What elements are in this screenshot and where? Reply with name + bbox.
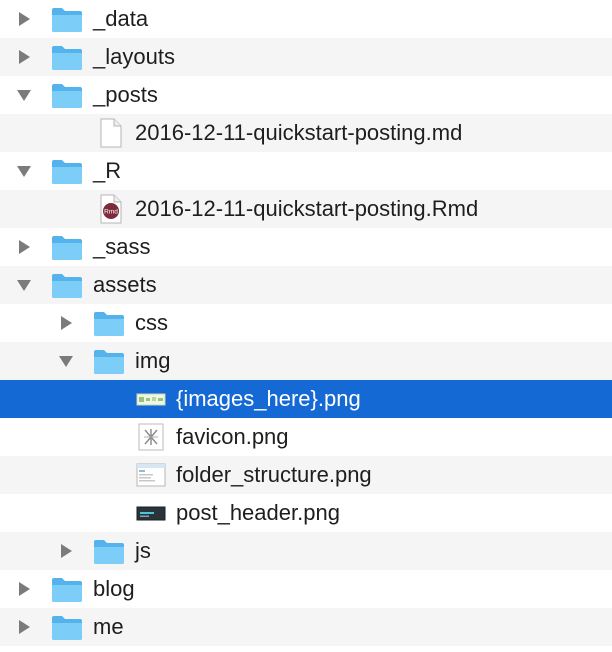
- tree-row-js[interactable]: js: [0, 532, 612, 570]
- folder-icon: [51, 235, 83, 261]
- tree-row-label: {images_here}.png: [176, 386, 361, 411]
- folder-icon: [93, 539, 125, 565]
- tree-row-assets[interactable]: assets: [0, 266, 612, 304]
- tree-row-layouts[interactable]: _layouts: [0, 38, 612, 76]
- tree-row-label: _layouts: [93, 44, 175, 69]
- tree-row-label: favicon.png: [176, 424, 289, 449]
- tree-row-sass[interactable]: _sass: [0, 228, 612, 266]
- folder-icon: [51, 159, 83, 185]
- folder-icon: [51, 7, 83, 33]
- tree-row-label: 2016-12-11-quickstart-posting.Rmd: [135, 196, 479, 221]
- tree-row-blog[interactable]: blog: [0, 570, 612, 608]
- rmd-badge-label: Rmd: [104, 209, 118, 216]
- tree-row-label: _R: [93, 158, 122, 183]
- tree-row-label: folder_structure.png: [176, 462, 372, 487]
- chevron-right-icon[interactable]: [17, 50, 31, 64]
- tree-row-label: _posts: [93, 82, 158, 107]
- folder-icon: [51, 83, 83, 109]
- tree-row-quickstart-md[interactable]: 2016-12-11-quickstart-posting.md: [0, 114, 612, 152]
- tree-row-post-header[interactable]: post_header.png: [0, 494, 612, 532]
- tree-row-posts[interactable]: _posts: [0, 76, 612, 114]
- chevron-right-icon[interactable]: [59, 316, 73, 330]
- png-file-icon: [136, 422, 166, 452]
- tree-row-label: post_header.png: [176, 500, 340, 525]
- chevron-right-icon[interactable]: [59, 544, 73, 558]
- folder-icon: [93, 311, 125, 337]
- tree-row-r[interactable]: _R: [0, 152, 612, 190]
- chevron-down-icon[interactable]: [17, 88, 31, 102]
- chevron-down-icon[interactable]: [17, 278, 31, 292]
- rmd-file-icon: Rmd: [95, 194, 125, 224]
- tree-row-images-here[interactable]: {images_here}.png: [0, 380, 612, 418]
- png-file-icon: [136, 384, 166, 414]
- tree-row-label: me: [93, 614, 124, 639]
- tree-row-favicon[interactable]: favicon.png: [0, 418, 612, 456]
- folder-icon: [51, 273, 83, 299]
- tree-row-label: blog: [93, 576, 135, 601]
- chevron-down-icon[interactable]: [17, 164, 31, 178]
- file-tree: _data _layouts _posts 2016-12-11-quickst…: [0, 0, 612, 646]
- tree-row-label: 2016-12-11-quickstart-posting.md: [135, 120, 463, 145]
- png-file-icon: [136, 460, 166, 490]
- tree-row-label: img: [135, 348, 171, 373]
- markdown-file-icon: [95, 118, 125, 148]
- chevron-right-icon[interactable]: [17, 620, 31, 634]
- tree-row-label: _data: [93, 6, 149, 31]
- folder-icon: [93, 349, 125, 375]
- chevron-right-icon[interactable]: [17, 12, 31, 26]
- tree-row-css[interactable]: css: [0, 304, 612, 342]
- tree-row-me[interactable]: me: [0, 608, 612, 646]
- chevron-down-icon[interactable]: [59, 354, 73, 368]
- tree-row-label: _sass: [93, 234, 151, 259]
- chevron-right-icon[interactable]: [17, 240, 31, 254]
- tree-row-quickstart-rmd[interactable]: Rmd 2016-12-11-quickstart-posting.Rmd: [0, 190, 612, 228]
- folder-icon: [51, 577, 83, 603]
- tree-row-label: js: [135, 538, 151, 563]
- tree-row-data[interactable]: _data: [0, 0, 612, 38]
- tree-row-folder-structure[interactable]: folder_structure.png: [0, 456, 612, 494]
- folder-icon: [51, 45, 83, 71]
- tree-row-label: css: [135, 310, 168, 335]
- png-file-icon: [136, 498, 166, 528]
- chevron-right-icon[interactable]: [17, 582, 31, 596]
- tree-row-label: assets: [93, 272, 157, 297]
- tree-row-img[interactable]: img: [0, 342, 612, 380]
- folder-icon: [51, 615, 83, 641]
